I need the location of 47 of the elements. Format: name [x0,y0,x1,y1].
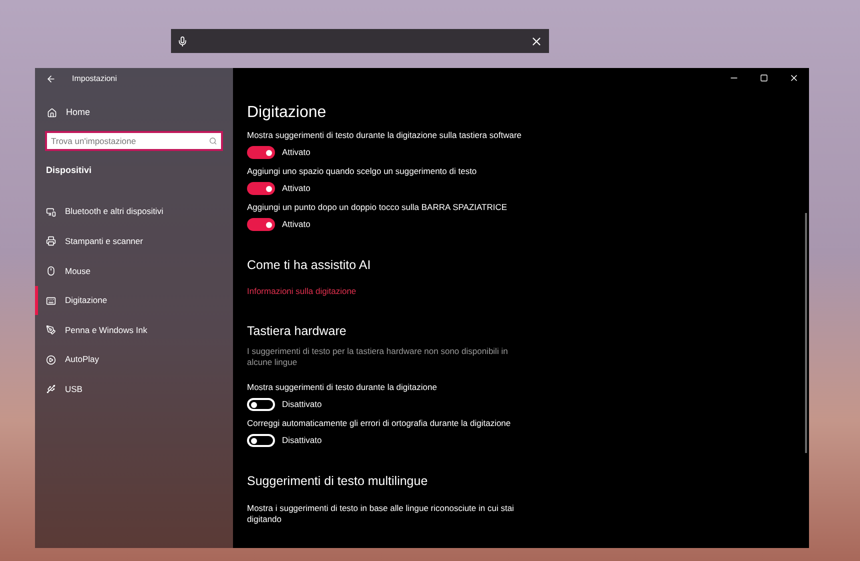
maximize-icon[interactable] [760,74,768,82]
toggle-switch[interactable] [247,146,275,159]
toggle-state: Disattivato [282,434,322,448]
toggle-state: Attivato [282,182,310,195]
toggle-switch[interactable] [247,218,275,231]
sidebar-item[interactable]: Penna e Windows Ink [35,315,233,345]
info-link[interactable]: Informazioni sulla digitazione [247,284,523,298]
sidebar-item[interactable]: Stampanti e scanner [35,226,233,256]
sidebar-item[interactable]: Bluetooth e altri dispositivi [35,197,233,227]
search-field[interactable]: Trova un'impostazione [45,130,223,150]
setting-label: Mostra suggerimenti di testo durante la digitazione sulla tastiera software [247,130,523,141]
microphone-icon[interactable] [177,36,188,46]
toggle-state: Attivato [282,218,310,231]
toggle-switch[interactable] [247,434,275,448]
back-icon[interactable] [46,74,56,84]
scrollbar[interactable] [805,213,807,453]
setting-label: Aggiungi un punto dopo un doppio tocco sulla BARRA SPAZIATRICE [247,202,508,213]
close-icon[interactable] [789,73,799,83]
window-title: Impostazioni [72,73,117,85]
play-icon [46,354,56,365]
printer-icon [46,236,56,246]
search-icon [209,136,217,144]
toggle-state: Attivato [282,146,310,159]
toggle-state: Disattivato [282,398,322,412]
page-title: Digitazione [247,103,328,123]
section-heading: Tastiera hardware [247,322,348,340]
pen-icon [46,325,56,336]
mouse-icon [46,266,56,276]
sidebar-item[interactable]: AutoPlay [35,344,233,375]
setting-label: Correggi automaticamente gli errori di ortografia durante la digitazione [247,418,512,430]
toggle-switch[interactable] [247,182,275,195]
note-text: I suggerimenti di testo per la tastiera hardware non sono disponibili in alcune lingue [247,346,509,368]
keyboard-icon [46,296,56,306]
section-heading: Suggerimenti di testo multilingue [247,473,429,490]
sidebar-item[interactable]: Mouse [35,256,233,286]
setting-label: Mostra suggerimenti di testo durante la digitazione [247,382,438,394]
toggle-switch[interactable] [247,398,275,412]
sidebar-item[interactable]: USB [35,374,233,404]
close-icon[interactable] [530,34,543,48]
home-link[interactable]: Home [66,106,90,120]
usb-icon [46,384,56,394]
home-icon [47,108,57,118]
section-heading: Dispositivi [45,164,93,177]
setting-label: Aggiungi uno spazio quando scelgo un suggerimento di testo [247,166,478,177]
section-heading: Come ti ha assistito AI [247,257,372,274]
setting-label: Mostra i suggerimenti di testo in base alle lingue riconosciute in cui stai digitando [247,503,515,525]
devices-icon [46,206,56,217]
